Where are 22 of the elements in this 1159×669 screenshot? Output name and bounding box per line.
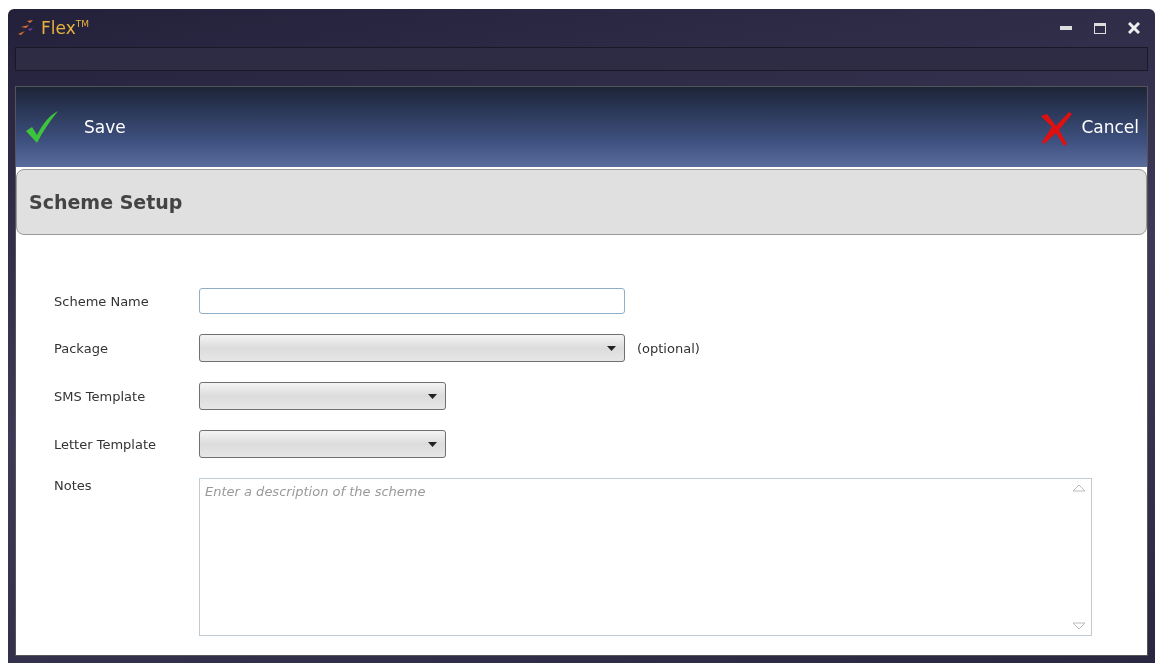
field-label: Notes — [54, 478, 93, 493]
field-label: Letter Template — [54, 436, 157, 452]
checkmark-icon — [24, 109, 60, 145]
caret-icon — [428, 441, 437, 447]
caret-icon — [428, 393, 437, 399]
dropdown[interactable] — [199, 334, 625, 362]
caret-icon — [607, 345, 616, 351]
window-title: Flex$^{TM}$ — [41, 18, 89, 38]
app-logo-icon — [17, 19, 35, 37]
input-field[interactable] — [199, 288, 625, 314]
field-label: Package — [54, 340, 109, 356]
minimize-icon — [1060, 26, 1072, 30]
maximize-icon — [1094, 22, 1106, 34]
save-button[interactable]: Save — [24, 109, 126, 145]
dropdown[interactable] — [199, 382, 446, 410]
dropdown[interactable] — [199, 430, 446, 458]
field-label: SMS Template — [54, 388, 147, 404]
field-label: Scheme Name — [54, 293, 150, 309]
hint-text: (optional) — [637, 340, 700, 356]
close-icon — [1128, 22, 1140, 34]
cancel-button[interactable]: Cancel — [1039, 108, 1139, 146]
section-title: Scheme Setup — [29, 191, 183, 213]
